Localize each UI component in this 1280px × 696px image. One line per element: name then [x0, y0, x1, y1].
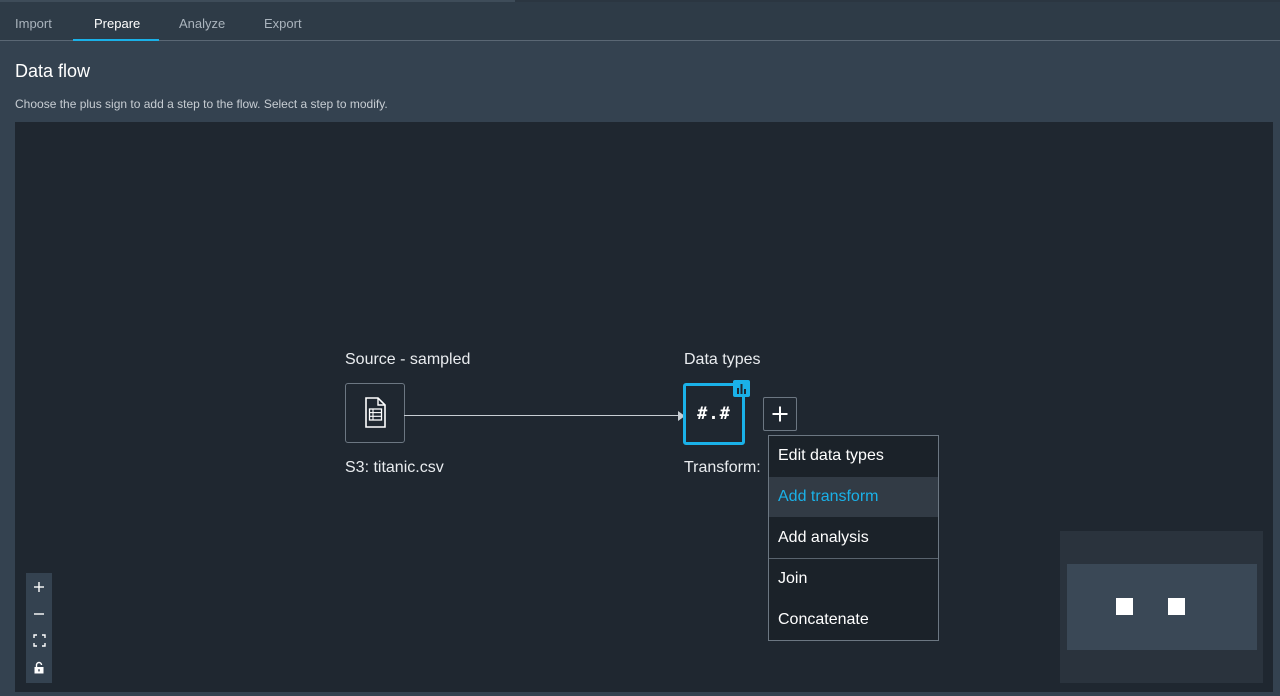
tab-import[interactable]: Import — [15, 2, 52, 40]
source-node[interactable] — [345, 383, 405, 443]
lock-icon — [34, 661, 44, 674]
plus-icon — [772, 406, 788, 422]
zoom-out-icon — [34, 612, 44, 615]
page-description: Choose the plus sign to add a step to th… — [15, 97, 388, 111]
bar-chart-glyph — [737, 384, 746, 394]
csv-file-icon — [365, 397, 386, 428]
fit-view-button[interactable] — [26, 627, 52, 654]
tab-prepare[interactable]: Prepare — [94, 2, 140, 40]
menu-item-join[interactable]: Join — [769, 559, 938, 599]
zoom-in-icon — [34, 581, 44, 592]
source-node-title: Source - sampled — [345, 351, 471, 368]
menu-item-add-transform[interactable]: Add transform — [769, 477, 938, 517]
zoom-out-button[interactable] — [26, 600, 52, 627]
menu-item-concatenate[interactable]: Concatenate — [769, 600, 938, 640]
active-tab-indicator — [73, 39, 159, 41]
flow-connector — [404, 415, 680, 416]
minimap-node — [1116, 598, 1133, 615]
menu-item-add-analysis[interactable]: Add analysis — [769, 518, 938, 558]
add-step-button[interactable] — [763, 397, 797, 431]
tab-export[interactable]: Export — [264, 2, 302, 40]
datatypes-node-subtitle: Transform: — [684, 459, 761, 476]
page-title: Data flow — [15, 61, 91, 81]
data-types-icon: #.# — [697, 404, 731, 424]
datatypes-node-title: Data types — [684, 351, 761, 368]
minimap-node — [1168, 598, 1185, 615]
fit-view-icon — [32, 634, 46, 647]
lock-button[interactable] — [26, 654, 52, 681]
minimap-viewport[interactable] — [1067, 564, 1257, 650]
source-node-subtitle: S3: titanic.csv — [345, 459, 444, 476]
tab-analyze[interactable]: Analyze — [179, 2, 225, 40]
menu-item-edit-data-types[interactable]: Edit data types — [769, 436, 938, 476]
tab-bar: Import Prepare Analyze Export — [0, 2, 1280, 41]
zoom-in-button[interactable] — [26, 573, 52, 600]
add-step-menu: Edit data types Add transform Add analys… — [768, 435, 939, 641]
zoom-controls — [26, 573, 52, 683]
bar-chart-icon[interactable] — [733, 380, 750, 397]
